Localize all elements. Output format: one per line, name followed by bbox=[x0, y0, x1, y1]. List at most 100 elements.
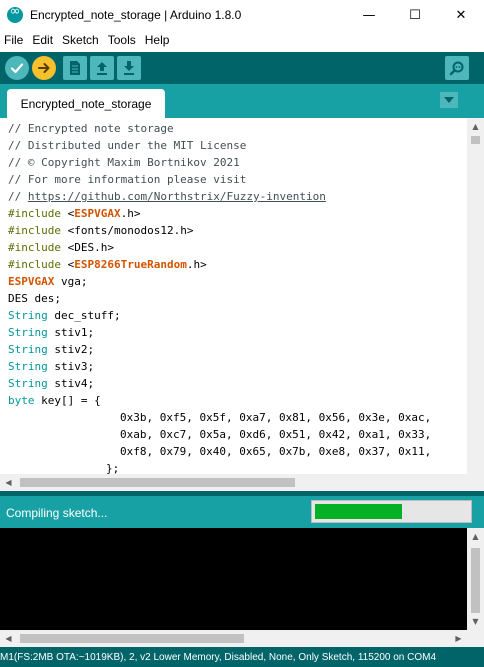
code-token: <DES.h> bbox=[60, 241, 114, 254]
menu-edit[interactable]: Edit bbox=[28, 33, 58, 47]
maximize-button[interactable]: ☐ bbox=[392, 0, 438, 30]
scroll-left-icon[interactable]: ◀ bbox=[0, 474, 17, 491]
scrollbar-corner bbox=[467, 630, 484, 647]
code-token: dec_stuff; bbox=[47, 309, 121, 322]
code-line: ESPVGAX vga; bbox=[8, 273, 431, 290]
console-horizontal-scrollbar[interactable]: ◀ ▶ bbox=[0, 630, 467, 647]
scroll-up-icon[interactable]: ▲ bbox=[467, 118, 484, 135]
code-token: String bbox=[8, 377, 48, 390]
code-line: #include <DES.h> bbox=[8, 239, 431, 256]
new-button[interactable] bbox=[63, 56, 87, 80]
code-editor[interactable]: // Encrypted note storage // Distributed … bbox=[0, 118, 484, 474]
code-token: .h> bbox=[120, 207, 141, 220]
menu-bar: File Edit Sketch Tools Help bbox=[0, 30, 484, 50]
editor-vertical-scrollbar[interactable]: ▲ bbox=[467, 118, 484, 474]
code-line: String stiv1; bbox=[8, 324, 431, 341]
scroll-thumb[interactable] bbox=[471, 136, 480, 144]
scrollbar-corner bbox=[467, 474, 484, 491]
code-token: https://github.com/Northstrix/Fuzzy-inve… bbox=[27, 190, 326, 203]
code-line: #include <fonts/monodos12.h> bbox=[8, 222, 431, 239]
serial-monitor-button[interactable] bbox=[445, 56, 469, 80]
serial-monitor-icon bbox=[449, 61, 464, 76]
code-line: 0xf8, 0x79, 0x40, 0x65, 0x7b, 0xe8, 0x37… bbox=[8, 443, 431, 460]
code-line: DES des; bbox=[8, 290, 431, 307]
code-line: String stiv2; bbox=[8, 341, 431, 358]
code-line: byte key[] = { bbox=[8, 392, 431, 409]
tab-encrypted-note-storage[interactable]: Encrypted_note_storage bbox=[7, 89, 165, 118]
scroll-thumb[interactable] bbox=[20, 634, 244, 643]
console-vertical-scrollbar[interactable]: ▲ ▼ bbox=[467, 528, 484, 630]
menu-file[interactable]: File bbox=[0, 33, 28, 47]
code-token: < bbox=[60, 207, 75, 220]
code-line: // https://github.com/Northstrix/Fuzzy-i… bbox=[8, 188, 431, 205]
menu-help[interactable]: Help bbox=[141, 33, 175, 47]
code-token: 0x3b, 0xf5, 0x5f, 0xa7, 0x81, 0x56, 0x3e… bbox=[120, 411, 432, 424]
upload-button[interactable] bbox=[32, 56, 56, 80]
scroll-right-icon[interactable]: ▶ bbox=[450, 630, 467, 647]
board-info-bar: M1(FS:2MB OTA:~1019KB), 2, v2 Lower Memo… bbox=[0, 647, 484, 667]
code-token: ESP8266TrueRandom bbox=[74, 258, 187, 271]
open-icon bbox=[97, 62, 107, 75]
code-line: #include <ESPVGAX.h> bbox=[8, 205, 431, 222]
tab-menu-button[interactable] bbox=[440, 92, 458, 108]
toolbar bbox=[0, 52, 484, 84]
open-button[interactable] bbox=[90, 56, 114, 80]
code-token: // © Copyright Maxim Bortnikov 2021 bbox=[8, 156, 240, 169]
code-line: // Encrypted note storage bbox=[8, 120, 431, 137]
code-token: #include bbox=[8, 224, 61, 237]
code-line: }; bbox=[8, 460, 431, 474]
code-token: stiv1; bbox=[47, 326, 95, 339]
code-token: #include bbox=[8, 207, 61, 220]
verify-icon bbox=[10, 63, 24, 74]
scroll-left-icon[interactable]: ◀ bbox=[0, 630, 17, 647]
code-line: // © Copyright Maxim Bortnikov 2021 bbox=[8, 154, 431, 171]
code-token: // Encrypted note storage bbox=[8, 122, 174, 135]
code-token: String bbox=[8, 360, 48, 373]
save-button[interactable] bbox=[117, 56, 141, 80]
code-line: #include <ESP8266TrueRandom.h> bbox=[8, 256, 431, 273]
code-line: String dec_stuff; bbox=[8, 307, 431, 324]
scroll-thumb[interactable] bbox=[471, 548, 480, 613]
arduino-logo-icon bbox=[7, 4, 23, 23]
code-token: 0xf8, 0x79, 0x40, 0x65, 0x7b, 0xe8, 0x37… bbox=[120, 445, 432, 458]
code-token: stiv3; bbox=[47, 360, 95, 373]
compile-progress-bar bbox=[311, 500, 472, 523]
menu-sketch[interactable]: Sketch bbox=[58, 33, 104, 47]
code-token: ESPVGAX bbox=[8, 275, 55, 288]
code-token: // Distributed under the MIT License bbox=[8, 139, 247, 152]
code-token: stiv4; bbox=[47, 377, 95, 390]
code-line: 0x3b, 0xf5, 0x5f, 0xa7, 0x81, 0x56, 0x3e… bbox=[8, 409, 431, 426]
code-token: < bbox=[60, 258, 75, 271]
status-message: Compiling sketch... bbox=[6, 506, 108, 520]
new-icon bbox=[70, 61, 80, 75]
code-token: String bbox=[8, 343, 48, 356]
code-token: // For more information please visit bbox=[8, 173, 247, 186]
code-token: stiv2; bbox=[47, 343, 95, 356]
code-token: 0xab, 0xc7, 0x5a, 0xd6, 0x51, 0x42, 0xa1… bbox=[120, 428, 432, 441]
window-title: Encrypted_note_storage | Arduino 1.8.0 bbox=[30, 8, 242, 22]
code-line: 0xab, 0xc7, 0x5a, 0xd6, 0x51, 0x42, 0xa1… bbox=[8, 426, 431, 443]
progress-fill bbox=[315, 504, 402, 519]
minimize-button[interactable]: — bbox=[346, 0, 392, 30]
chevron-down-icon bbox=[444, 97, 454, 103]
code-token: }; bbox=[106, 462, 120, 474]
scroll-thumb[interactable] bbox=[20, 478, 295, 487]
close-button[interactable]: ✕ bbox=[438, 0, 484, 30]
console-output[interactable] bbox=[0, 528, 467, 630]
code-line: String stiv4; bbox=[8, 375, 431, 392]
scroll-down-icon[interactable]: ▼ bbox=[467, 613, 484, 630]
code-token: #include bbox=[8, 258, 61, 271]
scroll-up-icon[interactable]: ▲ bbox=[467, 528, 484, 545]
code-token: ESPVGAX bbox=[74, 207, 121, 220]
code-line: // For more information please visit bbox=[8, 171, 431, 188]
code-token: // bbox=[8, 190, 28, 203]
code-token: String bbox=[8, 309, 48, 322]
editor-horizontal-scrollbar[interactable]: ◀ bbox=[0, 474, 467, 491]
title-bar: Encrypted_note_storage | Arduino 1.8.0 —… bbox=[0, 0, 484, 30]
code-token: String bbox=[8, 326, 48, 339]
code-token: vga; bbox=[54, 275, 88, 288]
menu-tools[interactable]: Tools bbox=[104, 33, 141, 47]
code-token: byte bbox=[8, 394, 35, 407]
save-icon bbox=[124, 61, 134, 75]
verify-button[interactable] bbox=[5, 56, 29, 80]
